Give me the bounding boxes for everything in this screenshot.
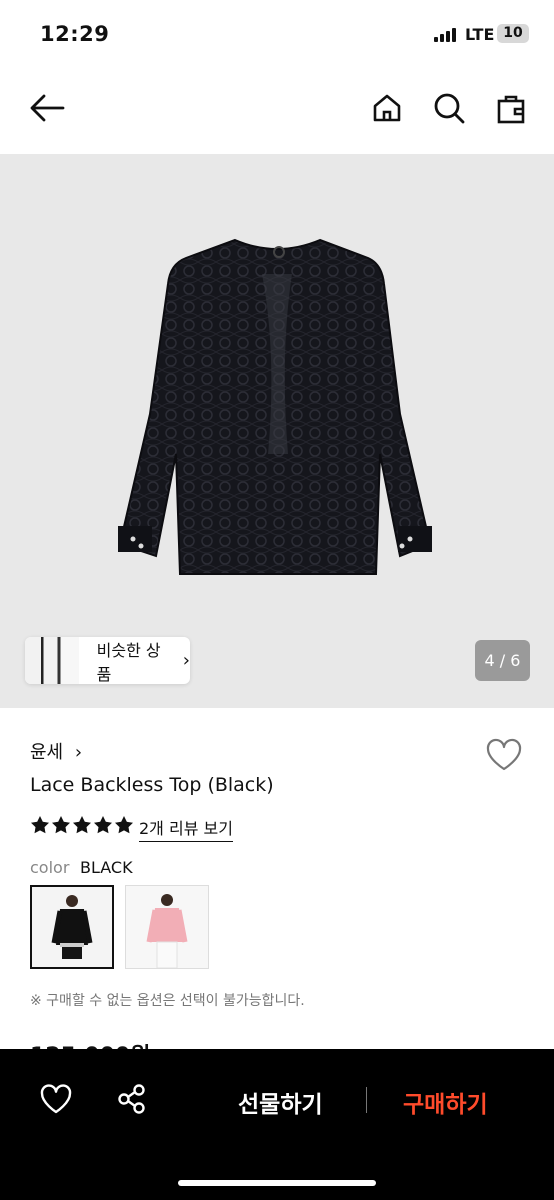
chevron-right-icon: › — [74, 742, 83, 763]
product-image-gallery[interactable] — [0, 154, 554, 708]
share-icon — [118, 1084, 145, 1114]
bottom-action-bar — [0, 1049, 554, 1200]
product-title: Lace Backless Top (Black) — [30, 774, 274, 796]
signal-icon — [434, 28, 460, 42]
home-icon — [373, 94, 401, 122]
star-icon — [115, 816, 133, 834]
battery-level: 10 — [503, 25, 523, 41]
option-notice: ※ 구매할 수 없는 옵션은 선택이 불가능합니다. — [30, 993, 305, 1009]
cart-button[interactable] — [491, 88, 531, 128]
buy-button[interactable]: 구매하기 — [403, 1085, 488, 1119]
gift-button[interactable]: 선물하기 — [238, 1085, 323, 1119]
heart-outline-icon — [40, 1084, 72, 1114]
swatch-pink-image — [126, 886, 208, 968]
like-button[interactable] — [38, 1082, 74, 1116]
color-label: color — [30, 858, 70, 877]
similar-label: 비슷한 상품 — [96, 640, 161, 684]
image-counter: 4 / 6 — [475, 640, 530, 681]
search-button[interactable] — [429, 88, 469, 128]
search-icon — [434, 93, 465, 124]
network-label: LTE — [465, 25, 495, 44]
review-link[interactable]: 2개 리뷰 보기 — [139, 815, 233, 842]
share-button[interactable] — [115, 1082, 149, 1116]
swatch-black-image — [32, 887, 112, 967]
color-value: BLACK — [80, 858, 133, 877]
home-button[interactable] — [367, 88, 407, 128]
swatch-black[interactable] — [30, 885, 114, 969]
shopping-bag-icon — [497, 95, 525, 124]
star-icon — [73, 816, 91, 834]
wishlist-button[interactable] — [484, 737, 524, 773]
swatch-pink[interactable] — [125, 885, 209, 969]
back-button[interactable] — [27, 88, 67, 128]
brand-link[interactable]: 윤세 › — [30, 738, 82, 764]
similar-products-button[interactable]: 비슷한 상품 › — [25, 637, 190, 684]
star-icon — [31, 816, 49, 834]
chevron-right-icon: › — [182, 650, 190, 671]
product-image — [118, 238, 432, 575]
star-icon — [52, 816, 70, 834]
divider — [366, 1087, 367, 1113]
arrow-left-icon — [30, 94, 65, 122]
star-icon — [94, 816, 112, 834]
heart-outline-icon — [486, 738, 522, 771]
similar-thumbnail — [25, 637, 79, 684]
brand-name: 윤세 — [30, 742, 64, 763]
rating-stars — [30, 815, 134, 835]
battery-indicator: 10 — [497, 24, 529, 43]
home-indicator — [178, 1180, 376, 1186]
status-time: 12:29 — [40, 22, 110, 46]
